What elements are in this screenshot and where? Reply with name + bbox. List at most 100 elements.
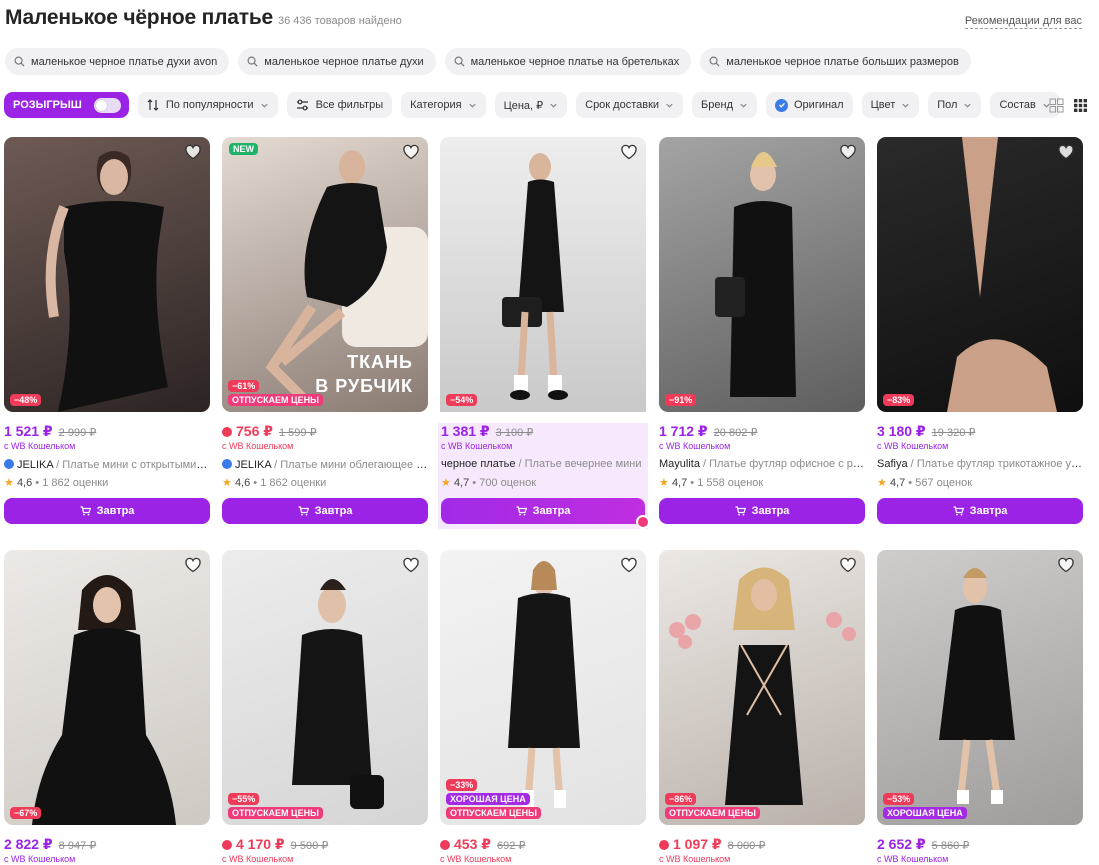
product-name[interactable]: Mayulita / Платье футляр офисное с раз..… xyxy=(659,458,865,471)
original-filter-button[interactable]: Оригинал xyxy=(766,92,853,118)
heart-icon[interactable] xyxy=(184,144,202,160)
product-info: 1 381 ₽ 3 100 ₽ с WB Кошельком черное пла… xyxy=(438,423,650,529)
product-description: / Платье мини с открытыми п... xyxy=(53,459,210,471)
price: 1 097 ₽ xyxy=(673,836,722,852)
brand-name: Mayulita xyxy=(659,458,700,470)
product-image[interactable]: −91% xyxy=(659,137,865,412)
toggle-switch[interactable] xyxy=(93,97,121,113)
cart-icon xyxy=(735,506,746,516)
heart-icon[interactable] xyxy=(402,557,420,573)
product-card[interactable]: −86% ОТПУСКАЕМ ЦЕНЫ 1 097 ₽ 8 000 ₽ с WB … xyxy=(659,550,865,865)
star-icon: ★ xyxy=(4,477,14,489)
buy-label: Завтра xyxy=(751,505,790,517)
wallet-note: с WB Кошельком xyxy=(4,441,76,451)
discount-badge: −53% xyxy=(883,793,915,805)
view-switcher xyxy=(1049,98,1088,113)
composition-label: Состав xyxy=(999,99,1036,111)
sort-arrows-icon xyxy=(147,99,159,111)
reviews-count: • 567 оценок xyxy=(905,477,973,489)
giveaway-toggle-button[interactable]: РОЗЫГРЫШ xyxy=(4,92,129,118)
giveaway-label: РОЗЫГРЫШ xyxy=(13,99,82,111)
product-card[interactable]: −33% ХОРОШАЯ ЦЕНА ОТПУСКАЕМ ЦЕНЫ 453 ₽ 69… xyxy=(440,550,646,865)
brand-name: JELIKA xyxy=(17,459,54,471)
product-info: 1 712 ₽ 20 802 ₽ с WB Кошельком Mayulita … xyxy=(659,423,865,524)
buy-label: Завтра xyxy=(532,505,571,517)
image-caption: ТКАНЬ В РУБЧИК xyxy=(315,352,413,396)
old-price: 5 860 ₽ xyxy=(931,840,970,852)
add-to-cart-button[interactable]: Завтра xyxy=(659,498,865,524)
product-info: 2 652 ₽ 5 860 ₽ с WB Кошельком xyxy=(877,836,1083,865)
chevron-down-icon xyxy=(550,103,557,108)
product-image[interactable]: −86% ОТПУСКАЕМ ЦЕНЫ xyxy=(659,550,865,825)
category-dropdown[interactable]: Категория xyxy=(401,92,486,118)
product-name[interactable]: Safiya / Платье футляр трикотажное утя..… xyxy=(877,458,1083,471)
add-to-cart-button[interactable]: Завтра xyxy=(441,498,650,529)
checkmark-icon xyxy=(775,98,788,112)
product-image[interactable]: NEW ТКАНЬ В РУБЧИК −61% ОТПУСКАЕМ ЦЕНЫ xyxy=(222,137,428,412)
product-name[interactable]: JELIKA / Платье мини облегающее И... xyxy=(222,458,428,471)
search-icon xyxy=(709,56,720,67)
product-card[interactable]: −48% 1 521 ₽ 2 999 ₽ с WB Кошельком JELIK… xyxy=(4,137,210,524)
badges: −33% ХОРОШАЯ ЦЕНА ОТПУСКАЕМ ЦЕНЫ xyxy=(446,779,541,819)
heart-icon[interactable] xyxy=(620,144,638,160)
sort-dropdown[interactable]: По популярности xyxy=(137,92,278,118)
suggestion-chip[interactable]: маленькое черное платье на бретельках xyxy=(444,48,692,75)
discount-badge: −55% xyxy=(228,793,260,805)
product-card[interactable]: NEW ТКАНЬ В РУБЧИК −61% ОТПУСКАЕМ ЦЕНЫ 75… xyxy=(222,137,428,524)
old-price: 2 999 ₽ xyxy=(58,427,97,439)
price-dropdown[interactable]: Цена, ₽ xyxy=(494,92,568,118)
color-dropdown[interactable]: Цвет xyxy=(861,92,920,118)
heart-icon[interactable] xyxy=(1057,557,1075,573)
product-image[interactable]: −67% xyxy=(4,550,210,825)
buy-label: Завтра xyxy=(969,505,1008,517)
badges: −48% xyxy=(10,394,42,406)
all-filters-button[interactable]: Все фильтры xyxy=(286,92,393,118)
sale-icon xyxy=(440,840,450,850)
heart-icon[interactable] xyxy=(620,557,638,573)
heart-icon[interactable] xyxy=(184,557,202,573)
suggestion-chip[interactable]: маленькое черное платье больших размеров xyxy=(700,48,971,75)
product-card[interactable]: −55% ОТПУСКАЕМ ЦЕНЫ 4 170 ₽ 9 500 ₽ с WB … xyxy=(222,550,428,865)
product-card[interactable]: −54% 1 381 ₽ 3 100 ₽ с WB Кошельком черно… xyxy=(438,137,650,529)
product-image[interactable]: −55% ОТПУСКАЕМ ЦЕНЫ xyxy=(222,550,428,825)
price-drop-badge: ОТПУСКАЕМ ЦЕНЫ xyxy=(446,807,541,819)
product-image[interactable]: −33% ХОРОШАЯ ЦЕНА ОТПУСКАЕМ ЦЕНЫ xyxy=(440,550,646,825)
heart-icon[interactable] xyxy=(402,144,420,160)
add-to-cart-button[interactable]: Завтра xyxy=(877,498,1083,524)
verified-brand-icon xyxy=(4,459,14,469)
product-description: / Платье мини облегающее И... xyxy=(271,459,428,471)
heart-icon[interactable] xyxy=(839,144,857,160)
product-card[interactable]: −53% ХОРОШАЯ ЦЕНА 2 652 ₽ 5 860 ₽ с WB Ко… xyxy=(877,550,1083,865)
product-name[interactable]: JELIKA / Платье мини с открытыми п... xyxy=(4,458,210,471)
discount-badge: −91% xyxy=(665,394,697,406)
price: 2 822 ₽ xyxy=(4,836,53,852)
product-image[interactable]: −48% xyxy=(4,137,210,412)
rating-value: 4,6 xyxy=(16,477,33,489)
add-to-cart-button[interactable]: Завтра xyxy=(4,498,210,524)
sale-icon xyxy=(222,840,232,850)
heart-icon[interactable] xyxy=(1057,144,1075,160)
gender-dropdown[interactable]: Пол xyxy=(928,92,982,118)
brand-dropdown[interactable]: Бренд xyxy=(692,92,757,118)
heart-icon[interactable] xyxy=(839,557,857,573)
grid-small-icon[interactable] xyxy=(1073,98,1088,113)
product-card[interactable]: −67% 2 822 ₽ 8 947 ₽ с WB Кошельком xyxy=(4,550,210,865)
product-card[interactable]: −83% 3 180 ₽ 19 320 ₽ с WB Кошельком Safi… xyxy=(877,137,1083,524)
delivery-dropdown[interactable]: Срок доставки xyxy=(576,92,684,118)
suggestion-chip[interactable]: маленькое черное платье духи avon xyxy=(5,48,230,75)
reviews-count: • 1 558 оценок xyxy=(687,477,764,489)
product-image[interactable]: −83% xyxy=(877,137,1083,412)
new-badge: NEW xyxy=(229,143,258,155)
product-card[interactable]: −91% 1 712 ₽ 20 802 ₽ с WB Кошельком Mayu… xyxy=(659,137,865,524)
product-name[interactable]: черное платье / Платье вечернее мини xyxy=(441,458,645,471)
product-image[interactable]: −53% ХОРОШАЯ ЦЕНА xyxy=(877,550,1083,825)
badges: −67% xyxy=(10,807,42,819)
old-price: 8 000 ₽ xyxy=(727,840,766,852)
grid-large-icon[interactable] xyxy=(1049,98,1064,113)
rating-value: 4,7 xyxy=(453,477,470,489)
add-to-cart-button[interactable]: Завтра xyxy=(222,498,428,524)
product-image[interactable]: −54% xyxy=(440,137,646,412)
suggestion-chip[interactable]: маленькое черное платье духи xyxy=(238,48,436,75)
recommendations-sort-link[interactable]: Рекомендации для вас xyxy=(964,15,1082,29)
product-description: / Платье футляр офисное с раз... xyxy=(699,458,865,470)
